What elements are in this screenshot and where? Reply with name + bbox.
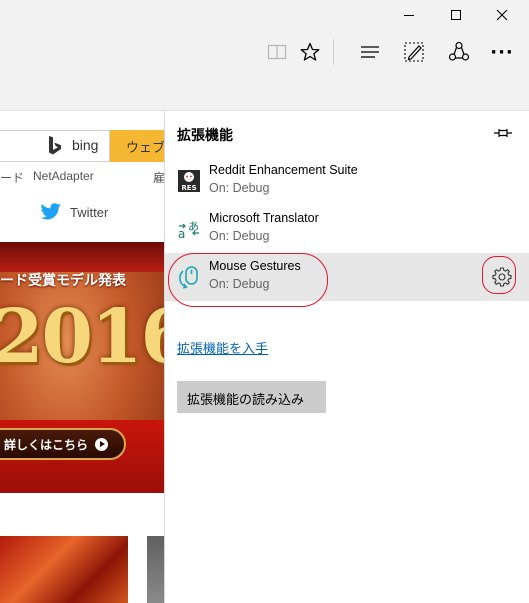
maximize-icon <box>451 10 461 20</box>
promo-banner[interactable]: ード受賞モデル発表 2016 詳しくはこちら <box>0 242 164 493</box>
minimize-icon <box>404 15 414 16</box>
link-item[interactable]: 雇 <box>153 169 164 186</box>
toolbar: ··· <box>0 30 529 74</box>
favorites-star-icon <box>300 42 320 61</box>
extension-status: On: Debug <box>209 277 270 291</box>
svg-text:a: a <box>178 227 185 241</box>
banner-curtain <box>0 242 164 272</box>
maximize-button[interactable] <box>434 0 478 30</box>
hub-icon <box>361 46 379 58</box>
bing-logo-icon <box>49 136 61 155</box>
svg-text:あ: あ <box>188 220 199 233</box>
play-circle-icon <box>95 438 109 451</box>
close-button[interactable] <box>480 0 524 30</box>
load-extension-button[interactable]: 拡張機能の読み込み <box>177 381 326 413</box>
toolbar-separator <box>333 39 334 65</box>
title-bar <box>0 0 529 30</box>
extension-name: Reddit Enhancement Suite <box>209 163 358 177</box>
extensions-panel: 拡張機能 RES Reddit Enhancement Suite On: De… <box>164 111 529 603</box>
extension-status: On: Debug <box>209 181 270 195</box>
gear-icon[interactable] <box>490 265 514 289</box>
link-item[interactable]: NetAdapter <box>33 169 94 183</box>
twitter-link[interactable]: Twitter <box>40 203 108 221</box>
favorites-bar <box>0 74 529 111</box>
mouse-icon <box>179 266 198 289</box>
extension-name: Mouse Gestures <box>209 259 301 273</box>
twitter-label: Twitter <box>70 204 109 220</box>
res-icon: RES <box>178 170 200 192</box>
reading-view-button[interactable] <box>261 36 293 68</box>
banner-year: 2016 <box>0 294 164 380</box>
favorites-button[interactable] <box>294 36 326 68</box>
share-button[interactable] <box>443 36 475 68</box>
extension-item-reddit[interactable]: RES Reddit Enhancement Suite On: Debug <box>165 157 529 205</box>
svg-text:RES: RES <box>181 184 196 192</box>
translator-icon: a あ <box>178 220 199 241</box>
banner-details-label: 詳しくはこちら <box>4 438 89 452</box>
close-icon <box>496 9 508 21</box>
web-search-button[interactable]: ウェブ <box>110 130 164 162</box>
link-item[interactable]: ード <box>0 169 24 186</box>
hub-button[interactable] <box>354 36 386 68</box>
get-extensions-link[interactable]: 拡張機能を入手 <box>177 338 268 357</box>
share-icon <box>448 41 470 61</box>
web-note-icon <box>404 42 424 62</box>
more-icon: ··· <box>490 41 514 63</box>
thumbnail-image[interactable] <box>147 536 164 603</box>
thumbnail-image[interactable] <box>0 536 128 603</box>
more-button[interactable]: ··· <box>486 36 518 68</box>
search-engine-label: bing <box>72 137 99 153</box>
banner-headline: ード受賞モデル発表 <box>0 273 126 289</box>
extension-status: On: Debug <box>209 229 270 243</box>
web-page: bing ウェブ ード NetAdapter 雇 Twitter ード受賞モデル… <box>0 111 164 603</box>
web-note-button[interactable] <box>398 36 430 68</box>
banner-details-button[interactable]: 詳しくはこちら <box>0 428 126 460</box>
extension-item-translator[interactable]: a あ Microsoft Translator On: Debug <box>165 205 529 253</box>
minimize-button[interactable] <box>387 0 431 30</box>
panel-title: 拡張機能 <box>177 128 233 144</box>
extension-item-mouse-gestures[interactable]: Mouse Gestures On: Debug <box>165 253 529 301</box>
twitter-bird-icon <box>40 203 61 220</box>
reading-view-icon <box>267 44 287 60</box>
pin-icon[interactable] <box>493 125 513 141</box>
extension-name: Microsoft Translator <box>209 211 319 225</box>
